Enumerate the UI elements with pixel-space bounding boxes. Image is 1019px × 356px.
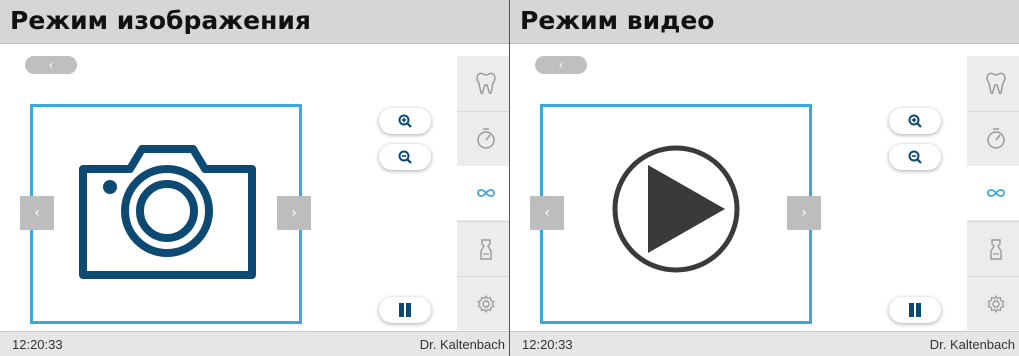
sidebar-item-infinity[interactable]	[457, 166, 509, 220]
clock-time: 12:20:33	[12, 337, 63, 352]
zoom-out-icon	[908, 150, 922, 164]
image-preview-frame	[30, 104, 302, 324]
sidebar-item-timer[interactable]	[457, 111, 509, 165]
infinity-icon	[987, 189, 1005, 197]
tooth-icon	[476, 72, 496, 95]
back-button[interactable]: ‹	[25, 56, 77, 74]
zoom-out-icon	[398, 150, 412, 164]
previous-button[interactable]: ‹	[530, 196, 564, 230]
panel-title-bar: Режим видео	[510, 0, 1019, 44]
previous-button[interactable]: ‹	[20, 196, 54, 230]
sidebar-item-tooth[interactable]	[967, 56, 1019, 110]
pause-button[interactable]	[379, 297, 431, 323]
timer-icon	[477, 128, 495, 149]
back-button[interactable]: ‹	[535, 56, 587, 74]
zoom-in-button[interactable]	[379, 108, 431, 134]
spray-bottle-icon	[990, 239, 1002, 260]
zoom-in-icon	[908, 114, 922, 128]
status-footer: 12:20:33 Dr. Kaltenbach	[510, 331, 1019, 356]
sidebar-item-settings[interactable]	[967, 276, 1019, 330]
timer-icon	[987, 128, 1005, 149]
sidebar-item-spray[interactable]	[457, 221, 509, 275]
sidebar-item-settings[interactable]	[457, 276, 509, 330]
panel-title: Режим изображения	[10, 6, 311, 35]
video-mode-panel: Режим видео ‹ ‹ › 12:20:33 Dr. Kaltenbac…	[510, 0, 1019, 356]
panel-title: Режим видео	[520, 6, 715, 35]
panel-title-bar: Режим изображения	[0, 0, 509, 44]
sidebar-item-spray[interactable]	[967, 221, 1019, 275]
next-button[interactable]: ›	[277, 196, 311, 230]
next-button[interactable]: ›	[787, 196, 821, 230]
clock-time: 12:20:33	[522, 337, 573, 352]
sidebar-item-infinity[interactable]	[967, 166, 1019, 220]
camera-icon	[79, 145, 256, 279]
mode-sidebar	[967, 56, 1019, 330]
pause-icon	[909, 303, 921, 317]
pause-icon	[399, 303, 411, 317]
zoom-in-icon	[398, 114, 412, 128]
user-name: Dr. Kaltenbach	[929, 337, 1015, 352]
status-footer: 12:20:33 Dr. Kaltenbach	[0, 331, 509, 356]
zoom-out-button[interactable]	[889, 144, 941, 170]
user-name: Dr. Kaltenbach	[419, 337, 505, 352]
zoom-in-button[interactable]	[889, 108, 941, 134]
image-mode-panel: Режим изображения ‹ ‹ › 12:20:33 Dr. Kal…	[0, 0, 509, 356]
pause-button[interactable]	[889, 297, 941, 323]
mode-sidebar	[457, 56, 509, 330]
zoom-out-button[interactable]	[379, 144, 431, 170]
spray-bottle-icon	[480, 239, 492, 260]
video-preview-frame	[540, 104, 812, 324]
infinity-icon	[477, 189, 495, 197]
gear-icon	[477, 294, 495, 314]
sidebar-item-tooth[interactable]	[457, 56, 509, 110]
sidebar-item-timer[interactable]	[967, 111, 1019, 165]
gear-icon	[987, 294, 1005, 314]
play-icon	[612, 145, 740, 273]
tooth-icon	[986, 72, 1006, 95]
